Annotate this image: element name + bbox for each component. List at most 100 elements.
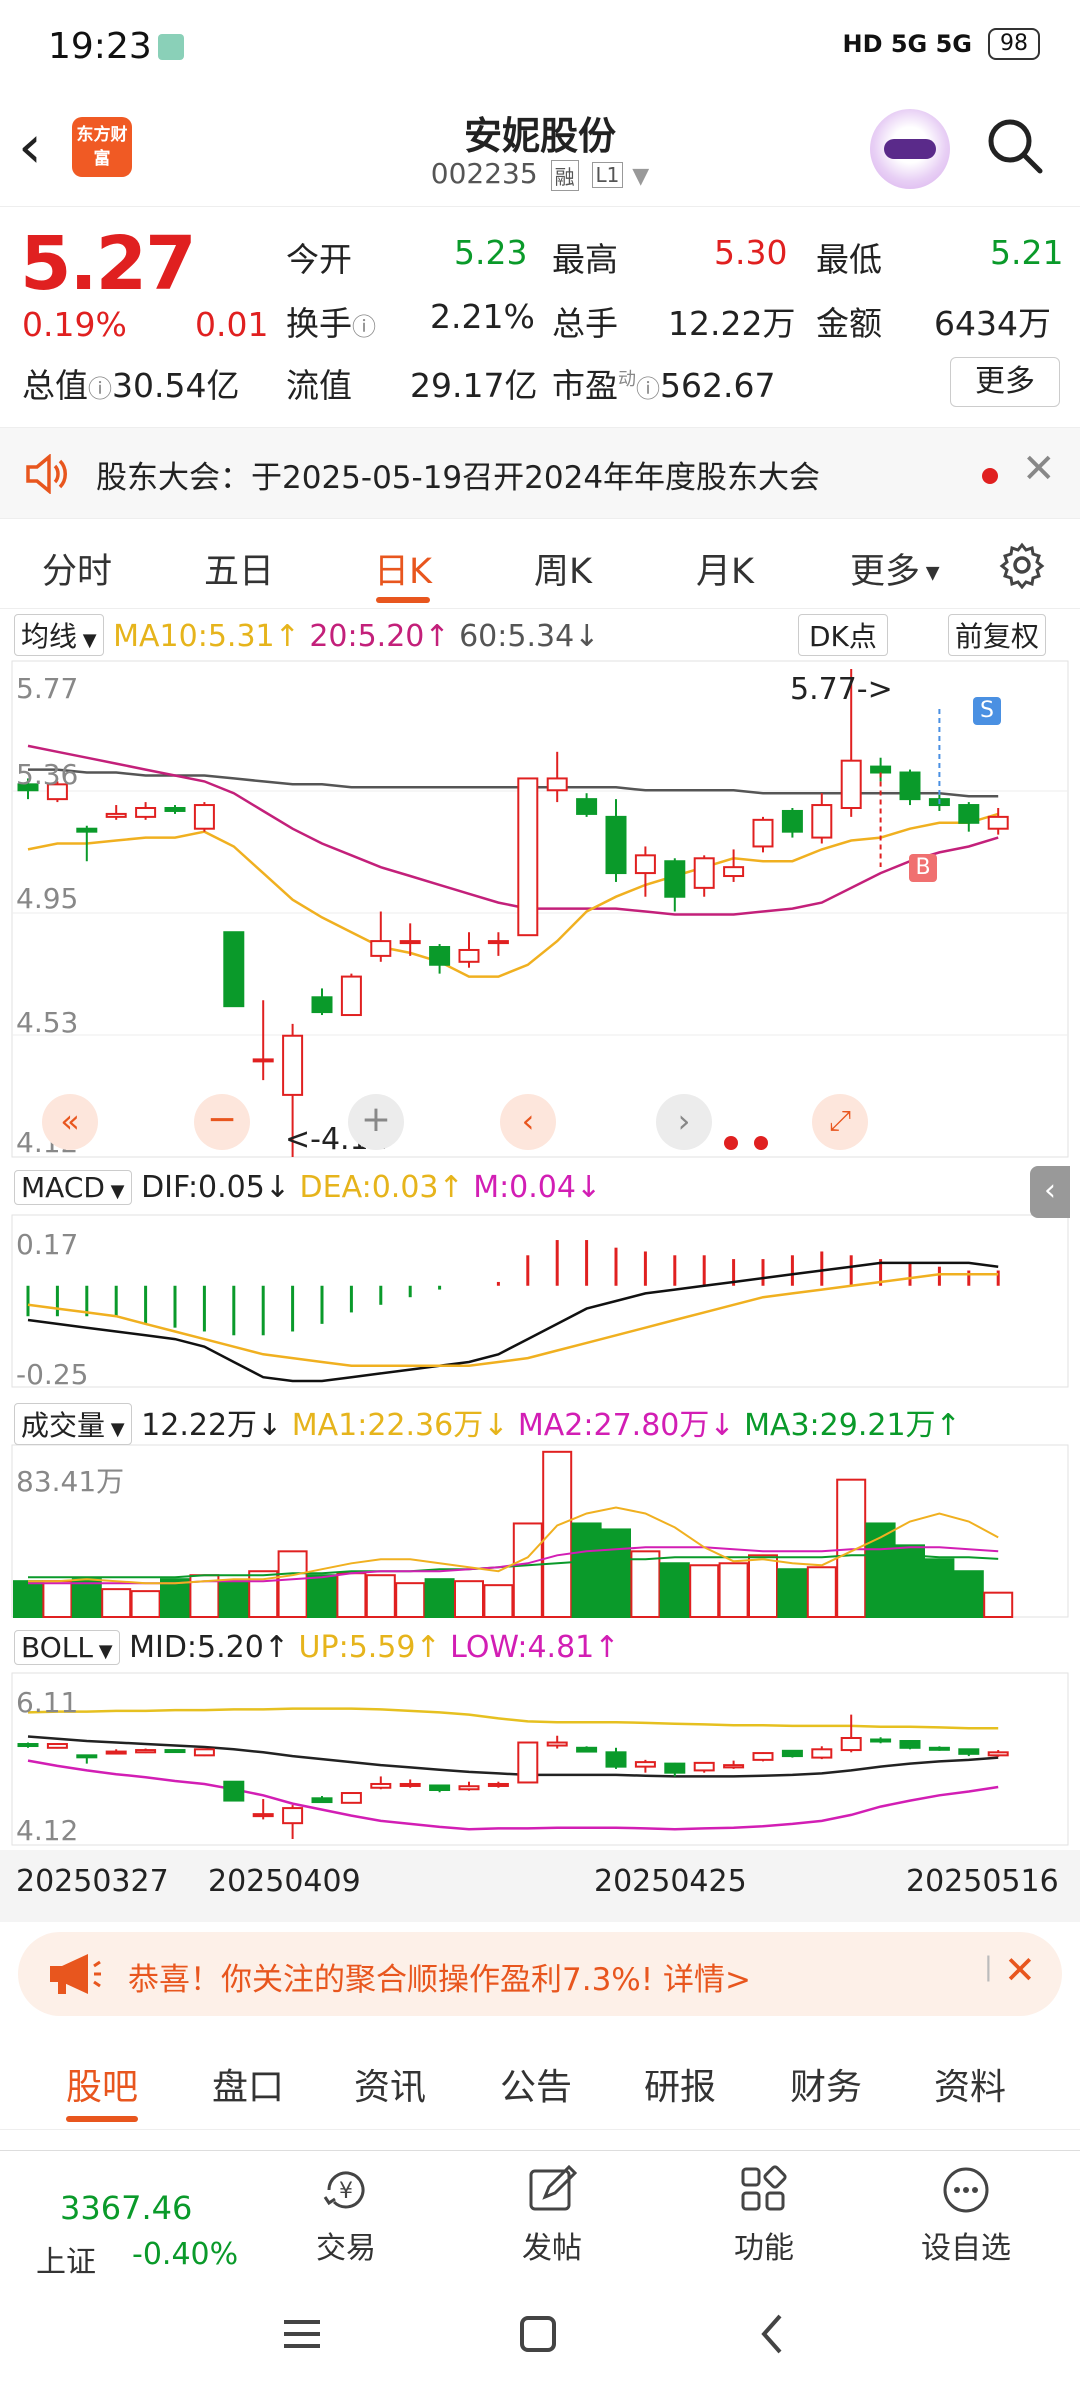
tab-profile[interactable]: 资料 bbox=[934, 2058, 1006, 2110]
volume-bar bbox=[953, 1570, 984, 1619]
tab-five-day[interactable]: 五日 bbox=[204, 543, 274, 594]
volume-bar bbox=[101, 1588, 132, 1618]
volume-bar bbox=[748, 1554, 778, 1618]
buy-signal-badge[interactable]: B bbox=[909, 854, 937, 882]
grid-icon bbox=[741, 2165, 787, 2211]
home-icon[interactable] bbox=[514, 2310, 562, 2358]
macd-select[interactable]: MACD ▼ bbox=[14, 1170, 132, 1205]
prev-icon[interactable]: ‹ bbox=[500, 1094, 556, 1150]
kline-panel bbox=[11, 660, 1069, 1158]
collapse-panel-icon[interactable]: ‹ bbox=[1030, 1166, 1070, 1218]
candle bbox=[723, 866, 745, 878]
expand-icon[interactable]: ⤢ bbox=[812, 1094, 868, 1150]
volume-select[interactable]: 成交量 ▼ bbox=[14, 1403, 132, 1445]
candle bbox=[840, 759, 862, 810]
boll-candle bbox=[693, 1761, 715, 1772]
volume-bar bbox=[336, 1572, 367, 1619]
boll-frame bbox=[11, 1672, 1069, 1846]
info-icon[interactable]: ⓘ bbox=[352, 313, 376, 341]
more-button[interactable]: 更多 bbox=[950, 357, 1060, 407]
tab-order-book[interactable]: 盘口 bbox=[212, 2058, 284, 2110]
zoom-in-icon[interactable]: + bbox=[348, 1094, 404, 1150]
tab-daily-k[interactable]: 日K bbox=[374, 543, 432, 594]
svg-text:¥: ¥ bbox=[339, 2179, 353, 2204]
tab-research[interactable]: 研报 bbox=[644, 2058, 716, 2110]
next-icon[interactable]: › bbox=[656, 1094, 712, 1150]
unread-dot bbox=[982, 468, 998, 484]
arrow-up-icon: ↑ bbox=[594, 1630, 620, 1665]
boll-candle bbox=[46, 1743, 68, 1749]
post-label: 发帖 bbox=[522, 2231, 582, 2266]
trade-button[interactable]: ¥ 交易 bbox=[286, 2163, 406, 2267]
candle bbox=[811, 804, 833, 839]
kline-chart-area[interactable] bbox=[0, 609, 1080, 1929]
close-icon[interactable]: ✕ bbox=[1022, 446, 1056, 492]
megaphone-icon bbox=[50, 1954, 101, 1994]
volume-value: 12.22万 bbox=[668, 304, 796, 343]
active-tab-underline bbox=[376, 597, 430, 603]
boll-candle bbox=[282, 1807, 304, 1825]
tab-forum[interactable]: 股吧 bbox=[66, 2058, 138, 2110]
post-button[interactable]: 发帖 bbox=[492, 2163, 612, 2267]
boll-candle bbox=[605, 1751, 627, 1768]
info-icon[interactable]: ⓘ bbox=[88, 375, 112, 403]
notice-text: 股东大会：于2025-05-19召开2024年年度股东大会 bbox=[96, 460, 821, 496]
open-value: 5.23 bbox=[454, 233, 528, 272]
tab-news[interactable]: 资讯 bbox=[354, 2058, 426, 2110]
vol-axis-top: 83.41万 bbox=[16, 1465, 125, 1498]
candle bbox=[987, 815, 1009, 830]
boll-up-line bbox=[27, 1707, 999, 1730]
volume-bar bbox=[512, 1522, 543, 1618]
tab-announcements[interactable]: 公告 bbox=[500, 2058, 572, 2110]
low-label: 最低 bbox=[816, 240, 882, 279]
ai-assistant-icon[interactable] bbox=[870, 109, 950, 189]
close-icon[interactable]: ✕ bbox=[1004, 1948, 1036, 1992]
sell-signal-badge[interactable]: S bbox=[973, 697, 1001, 725]
profit-banner[interactable]: 恭喜！你关注的聚合顺操作盈利7.3%! 详情> | ✕ bbox=[18, 1932, 1062, 2016]
boll-candle bbox=[752, 1752, 774, 1761]
boll-candle bbox=[487, 1782, 509, 1787]
menu-icon[interactable] bbox=[278, 2310, 326, 2358]
volume-bar bbox=[689, 1564, 720, 1619]
volume-bar bbox=[630, 1550, 661, 1618]
boll-candle bbox=[987, 1751, 1009, 1757]
boll-axis-top: 6.11 bbox=[16, 1686, 79, 1719]
function-button[interactable]: 功能 bbox=[704, 2163, 824, 2267]
boll-select[interactable]: BOLL ▼ bbox=[14, 1630, 120, 1665]
volume-label: 总手 bbox=[552, 304, 618, 343]
add-watchlist-button[interactable]: 设自选 bbox=[906, 2163, 1026, 2267]
dea-value: DEA:0.03 bbox=[299, 1170, 439, 1205]
tab-more[interactable]: 更多 ▼ bbox=[850, 543, 940, 594]
content-tabs: 股吧 盘口 资讯 公告 研报 财务 资料 bbox=[0, 2030, 1080, 2130]
tab-finance[interactable]: 财务 bbox=[790, 2058, 862, 2110]
margin-tag: 融 bbox=[550, 159, 579, 191]
arrow-down-icon: ↓ bbox=[483, 1408, 509, 1443]
boll-candle bbox=[576, 1746, 598, 1753]
arrow-down-icon: ↓ bbox=[257, 1408, 283, 1443]
pe-value: 562.67 bbox=[660, 366, 776, 405]
tab-intraday[interactable]: 分时 bbox=[42, 543, 112, 594]
chevron-down-icon[interactable]: ▼ bbox=[632, 164, 649, 189]
boll-candle bbox=[193, 1748, 215, 1757]
tab-monthly-k[interactable]: 月K bbox=[696, 543, 754, 594]
system-nav-bar bbox=[0, 2280, 1080, 2400]
search-icon[interactable] bbox=[984, 115, 1044, 175]
vol-ma1-value: MA1:22.36万 bbox=[291, 1408, 484, 1443]
date-label: 20250516 bbox=[906, 1864, 1059, 1899]
candle bbox=[429, 946, 451, 966]
candle bbox=[164, 807, 186, 812]
vol-ma2-value: MA2:27.80万 bbox=[517, 1408, 710, 1443]
scroll-left-icon[interactable]: « bbox=[42, 1094, 98, 1150]
boll-candle bbox=[899, 1740, 921, 1749]
info-icon[interactable]: ⓘ bbox=[636, 375, 660, 403]
volume-select-label: 成交量 bbox=[21, 1409, 106, 1442]
macd-axis-top: 0.17 bbox=[16, 1228, 79, 1261]
status-bar: 19:23 HD 5G 5G 98 bbox=[0, 0, 1080, 95]
volume-bar bbox=[218, 1580, 249, 1618]
back-nav-icon[interactable] bbox=[750, 2310, 798, 2358]
zoom-out-icon[interactable]: − bbox=[194, 1094, 250, 1150]
notice-bar[interactable]: 股东大会：于2025-05-19召开2024年年度股东大会 ✕ bbox=[0, 427, 1080, 519]
tab-weekly-k[interactable]: 周K bbox=[534, 543, 592, 594]
boll-candle bbox=[399, 1782, 421, 1787]
settings-gear-icon[interactable] bbox=[998, 541, 1046, 589]
